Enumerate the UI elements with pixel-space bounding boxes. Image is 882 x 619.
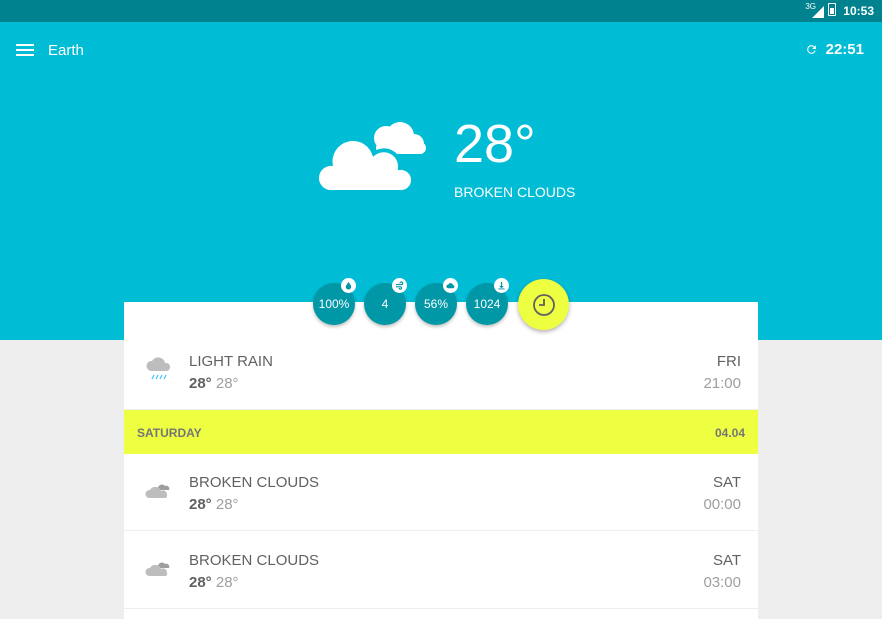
location-title: Earth (48, 42, 84, 59)
broken-clouds-icon (314, 122, 426, 194)
status-bar: 3G 10:53 (0, 0, 882, 22)
wind-chip: 4 (364, 278, 407, 325)
row-low: 28° (215, 574, 239, 591)
broken-clouds-icon (145, 562, 170, 576)
row-temperatures: 28° 28° (189, 496, 239, 513)
droplet-icon (341, 278, 356, 293)
current-temperature: 28° (454, 114, 536, 174)
row-temperatures: 28° 28° (189, 574, 239, 591)
menu-icon[interactable] (16, 44, 34, 56)
pressure-value: 1024 (473, 297, 501, 311)
battery-icon (828, 3, 836, 16)
row-condition: LIGHT RAIN (189, 353, 273, 370)
row-low: 28° (215, 496, 239, 513)
row-condition: BROKEN CLOUDS (189, 552, 320, 569)
refresh-icon (806, 45, 816, 54)
row-high: 28° (189, 574, 212, 591)
row-temperatures: 28° 28° (189, 375, 239, 392)
clouds-value: 56% (423, 297, 449, 311)
row-high: 28° (189, 496, 212, 513)
humidity-value: 100% (318, 297, 350, 311)
current-condition: BROKEN CLOUDS (454, 184, 576, 200)
updated-time: 22:51 (825, 41, 864, 58)
light-rain-icon (146, 357, 171, 380)
forecast-row[interactable]: LIGHT RAIN 28° 28° FRI 21:00 (124, 333, 758, 410)
pressure-icon (494, 278, 509, 293)
humidity-chip: 100% (313, 278, 356, 325)
signal-icon (812, 6, 824, 18)
cloud-icon (443, 278, 458, 293)
wind-value: 4 (381, 297, 389, 311)
row-day: SAT (712, 552, 741, 569)
row-day: FRI (716, 353, 741, 370)
wind-icon (392, 278, 407, 293)
row-time: 03:00 (703, 574, 741, 591)
clouds-chip: 56% (415, 278, 458, 325)
row-low: 28° (215, 375, 239, 392)
refresh-button[interactable]: 22:51 (805, 41, 864, 58)
forecast-row[interactable]: BROKEN CLOUDS 28° 28° SAT 00:00 (124, 454, 758, 531)
row-time: 00:00 (703, 496, 741, 513)
row-condition: BROKEN CLOUDS (189, 474, 320, 491)
status-time: 10:53 (843, 4, 874, 18)
row-time: 21:00 (703, 375, 741, 392)
day-header: SATURDAY 04.04 (124, 410, 758, 454)
clock-icon (532, 293, 555, 316)
row-day: SAT (712, 474, 741, 491)
day-header-label: SATURDAY (137, 426, 202, 440)
forecast-row[interactable]: BROKEN CLOUDS 28° 28° SAT 03:00 (124, 532, 758, 609)
forecast-toggle-button[interactable] (518, 279, 569, 330)
day-header-date: 04.04 (714, 426, 745, 440)
broken-clouds-icon (145, 484, 170, 498)
pressure-chip: 1024 (466, 278, 509, 325)
row-high: 28° (189, 375, 212, 392)
